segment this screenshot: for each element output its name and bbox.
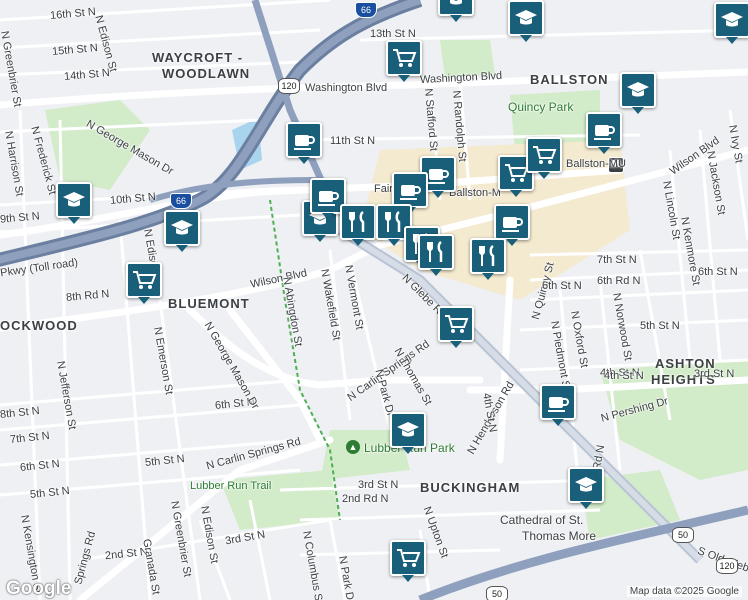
shopping-cart-icon bbox=[391, 45, 417, 71]
coffee-cup-icon bbox=[591, 117, 617, 143]
graduation-cap-icon bbox=[169, 215, 195, 241]
metro-station-label: Ballston-MU bbox=[566, 158, 626, 170]
route-shield-us50: 50 bbox=[672, 527, 694, 543]
route-shield-i66: 66 bbox=[170, 193, 192, 209]
shopping-cart-icon bbox=[131, 267, 157, 293]
coffee-cup-icon bbox=[291, 127, 317, 153]
street-label: 13th St N bbox=[370, 28, 416, 40]
graduation-cap-icon bbox=[513, 5, 539, 31]
map-attribution: Map data ©2025 Google bbox=[626, 586, 742, 597]
fork-knife-icon bbox=[475, 243, 501, 269]
coffee-cup-icon bbox=[397, 177, 423, 203]
coffee-cup-icon bbox=[545, 389, 571, 415]
google-logo: Google bbox=[6, 578, 72, 599]
cafe-marker[interactable] bbox=[540, 384, 576, 426]
street-label: 6th St N bbox=[698, 266, 738, 278]
coffee-cup-icon bbox=[315, 183, 341, 209]
cafe-marker[interactable] bbox=[392, 172, 428, 214]
park-label-quincy: Quincy Park bbox=[508, 100, 574, 114]
graduation-cap-icon bbox=[61, 187, 87, 213]
school-marker[interactable] bbox=[56, 182, 92, 224]
school-marker[interactable] bbox=[390, 412, 426, 454]
grocery-marker[interactable] bbox=[126, 262, 162, 304]
school-marker[interactable] bbox=[620, 72, 656, 114]
fork-knife-icon bbox=[423, 239, 449, 265]
street-label: 11th St N bbox=[330, 135, 376, 147]
school-marker[interactable] bbox=[438, 0, 474, 22]
trail-label: Lubber Run Trail bbox=[190, 480, 272, 492]
landmark-label-cathedral: Thomas More bbox=[522, 529, 597, 543]
area-label-woodlawn: WOODLAWN bbox=[162, 66, 251, 81]
route-shield-us50: 50 bbox=[486, 586, 508, 600]
restaurant-marker[interactable] bbox=[418, 234, 454, 276]
cafe-marker[interactable] bbox=[586, 112, 622, 154]
restaurant-marker[interactable] bbox=[470, 238, 506, 280]
route-shield-i66: 66 bbox=[355, 2, 377, 18]
school-marker[interactable] bbox=[568, 467, 604, 509]
cafe-marker[interactable] bbox=[286, 122, 322, 164]
shopping-cart-icon bbox=[395, 545, 421, 571]
street-label: 2nd Rd N bbox=[342, 493, 389, 505]
street-label: 5th St N bbox=[640, 320, 680, 332]
graduation-cap-icon bbox=[395, 417, 421, 443]
street-label: 4th St N bbox=[604, 370, 644, 382]
grocery-marker[interactable] bbox=[386, 40, 422, 82]
coffee-cup-icon bbox=[499, 209, 525, 235]
street-label: 3rd St N bbox=[694, 368, 735, 380]
street-label: 3rd St N bbox=[358, 479, 399, 491]
street-label: Washington Blvd bbox=[305, 82, 388, 94]
shopping-cart-icon bbox=[531, 142, 557, 168]
restaurant-marker[interactable] bbox=[340, 204, 376, 246]
graduation-cap-icon bbox=[719, 7, 745, 33]
grocery-marker[interactable] bbox=[438, 306, 474, 348]
map-canvas[interactable]: WAYCROFT - WOODLAWN BALLSTON BLUEMONT OC… bbox=[0, 0, 748, 600]
area-label-waycroft: WAYCROFT - bbox=[152, 50, 244, 65]
graduation-cap-icon bbox=[443, 0, 469, 11]
grocery-marker[interactable] bbox=[526, 137, 562, 179]
shopping-cart-icon bbox=[443, 311, 469, 337]
area-label-ballston: BALLSTON bbox=[530, 72, 609, 87]
graduation-cap-icon bbox=[625, 77, 651, 103]
area-label-lockwood: OCKWOOD bbox=[0, 318, 78, 333]
street-label: 6th Rd N bbox=[597, 275, 641, 287]
school-marker[interactable] bbox=[508, 0, 544, 42]
coffee-cup-icon bbox=[425, 161, 451, 187]
route-shield-120: 120 bbox=[278, 78, 300, 94]
school-marker[interactable] bbox=[164, 210, 200, 252]
metro-area-label: Ballston-M bbox=[449, 187, 501, 199]
route-shield-120: 120 bbox=[716, 558, 738, 574]
school-marker[interactable] bbox=[714, 2, 748, 44]
grocery-marker[interactable] bbox=[390, 540, 426, 582]
street-label: 6th St N bbox=[542, 280, 582, 292]
park-icon: ▲ bbox=[346, 440, 360, 454]
area-label-bluemont: BLUEMONT bbox=[168, 296, 250, 311]
fork-knife-icon bbox=[345, 209, 371, 235]
cafe-marker[interactable] bbox=[494, 204, 530, 246]
landmark-label-cathedral: Cathedral of St. bbox=[500, 513, 584, 527]
street-label: 7th St N bbox=[597, 254, 637, 266]
graduation-cap-icon bbox=[573, 472, 599, 498]
area-label-buckingham: BUCKINGHAM bbox=[420, 480, 521, 495]
